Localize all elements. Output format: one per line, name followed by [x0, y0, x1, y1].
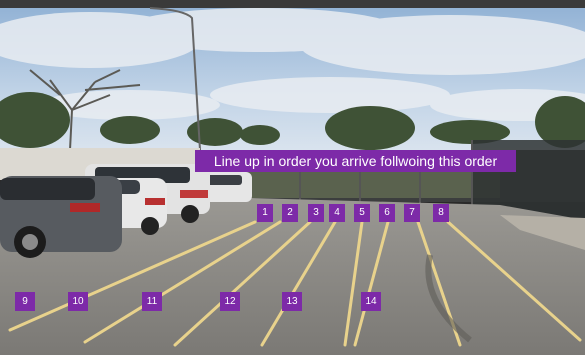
spot-label-10: 10: [68, 292, 88, 311]
spot-label-11: 11: [142, 292, 162, 311]
spot-label-13: 13: [282, 292, 302, 311]
spot-label-12: 12: [220, 292, 240, 311]
spot-label-5: 5: [354, 204, 370, 222]
spot-label-7: 7: [404, 204, 420, 222]
car-gray: [0, 176, 122, 258]
top-edge: [0, 0, 585, 8]
spot-label-1: 1: [257, 204, 273, 222]
spot-label-8: 8: [433, 204, 449, 222]
parking-lot-photo: Line up in order you arrive follwoing th…: [0, 0, 585, 355]
spot-label-2: 2: [282, 204, 298, 222]
instruction-banner: Line up in order you arrive follwoing th…: [195, 150, 516, 172]
spot-label-14: 14: [361, 292, 381, 311]
spot-label-3: 3: [308, 204, 324, 222]
spot-label-4: 4: [329, 204, 345, 222]
spot-label-9: 9: [15, 292, 35, 311]
spot-label-6: 6: [379, 204, 395, 222]
